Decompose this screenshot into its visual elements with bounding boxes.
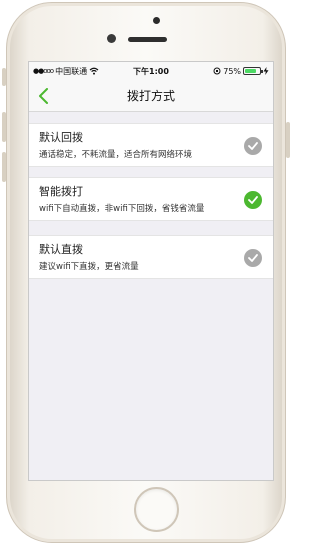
option-title: 默认直拨 [39,243,83,256]
wifi-icon [89,67,99,75]
page-title: 拨打方式 [126,89,175,103]
volume-down-button[interactable] [2,152,6,182]
check-circle-icon[interactable] [244,137,262,155]
check-circle-icon[interactable] [244,249,262,267]
battery-percent: 75% [223,66,242,76]
option-title: 默认回拨 [39,131,83,144]
option-default-direct[interactable]: 默认直拨 建议wifi下直拨，更省流量 [29,235,273,279]
option-description: 通话稳定，不耗流量，适合所有网络环境 [39,150,193,160]
option-description: wifi下自动直拨，非wifi下回拨，省钱省流量 [39,204,205,214]
option-default-callback[interactable]: 默认回拨 通话稳定，不耗流量，适合所有网络环境 [29,123,273,167]
battery-icon [243,67,264,75]
battery-level [245,69,256,73]
earpiece-speaker [128,37,167,42]
phone-screen: ●●ooo 中国联通 下午1:00 75% 拨打方式 默认回拨 通话稳定，不耗流… [28,61,274,481]
home-button[interactable] [134,487,179,532]
option-description: 建议wifi下直拨，更省流量 [39,262,139,272]
front-camera [107,34,116,43]
chevron-left-icon[interactable] [37,88,51,104]
check-circle-icon[interactable] [244,191,262,209]
option-title: 智能拨打 [39,185,83,198]
orientation-lock-icon [213,67,221,75]
volume-up-button[interactable] [2,112,6,142]
power-button[interactable] [286,122,290,158]
proximity-sensor [153,17,160,24]
carrier-name: 中国联通 [55,66,88,76]
signal-strength-icon: ●●ooo [33,67,54,75]
charging-bolt-icon [263,67,269,75]
status-bar: ●●ooo 中国联通 下午1:00 75% [29,62,273,80]
mute-switch[interactable] [2,68,6,86]
navigation-bar: 拨打方式 [29,80,273,112]
option-smart-dial[interactable]: 智能拨打 wifi下自动直拨，非wifi下回拨，省钱省流量 [29,177,273,221]
status-time: 下午1:00 [133,66,169,76]
